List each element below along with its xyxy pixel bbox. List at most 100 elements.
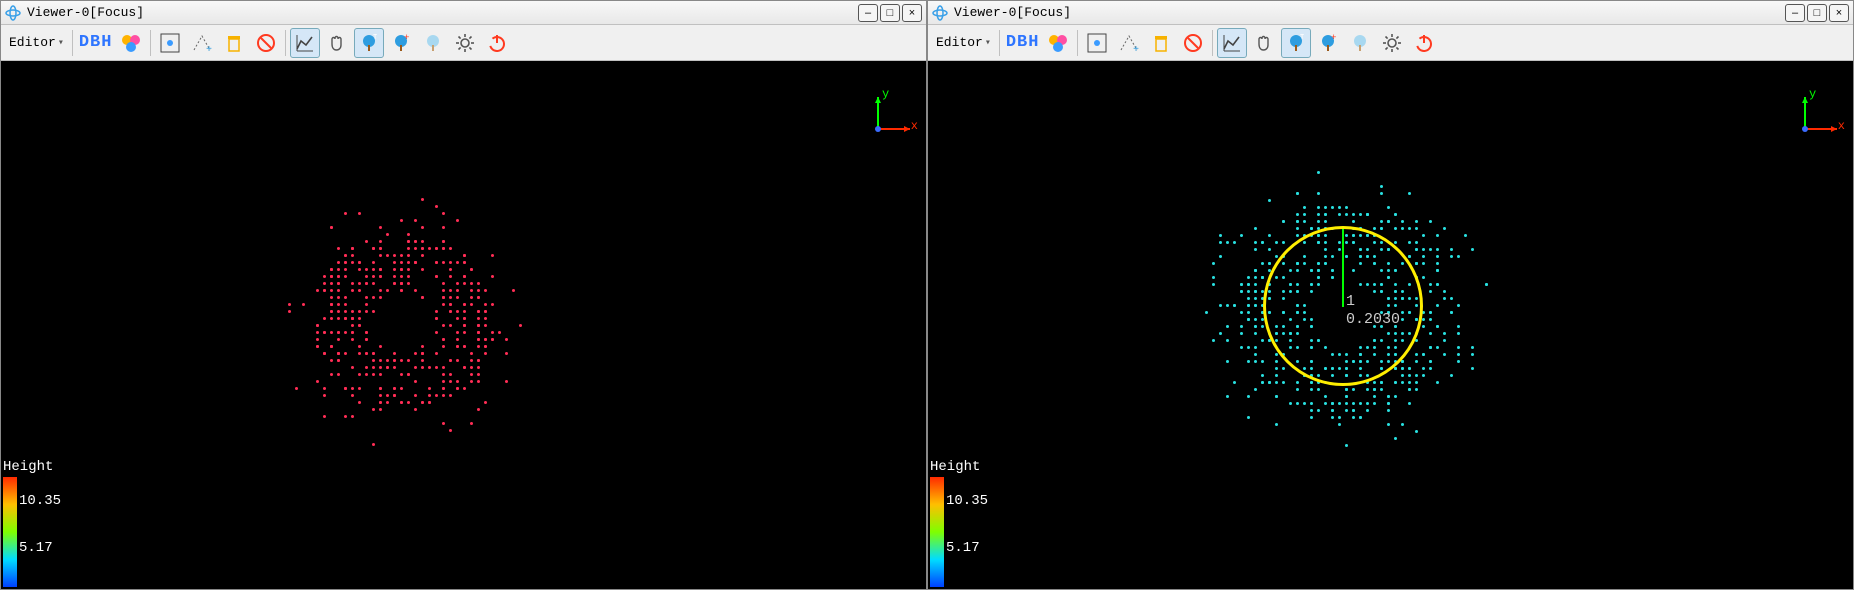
tree-t-icon: T xyxy=(1285,32,1307,54)
colorbar xyxy=(930,477,944,587)
cancel-icon xyxy=(1182,32,1204,54)
separator xyxy=(72,30,73,56)
color-cycle-button[interactable] xyxy=(116,28,146,58)
viewport-3d[interactable]: x y 1 0.2030 Height 10.35 5.17 0.00 xyxy=(928,61,1853,589)
profile-view-button[interactable] xyxy=(1217,28,1247,58)
viewport-3d[interactable]: x y Height 10.35 5.17 0.00 xyxy=(1,61,926,589)
separator xyxy=(1212,30,1213,56)
add-point-icon: + xyxy=(1118,32,1140,54)
power-icon xyxy=(1413,32,1435,54)
settings-button[interactable] xyxy=(450,28,480,58)
chart-icon xyxy=(294,32,316,54)
viewer-pane-right: Viewer-0[Focus] – □ × Editor ▾ DBH + xyxy=(927,0,1854,590)
svg-text:+: + xyxy=(1331,33,1336,43)
point-select-icon xyxy=(1086,32,1108,54)
tree-measure-button[interactable]: T xyxy=(1281,28,1311,58)
separator xyxy=(999,30,1000,56)
power-button[interactable] xyxy=(1409,28,1439,58)
close-button[interactable]: × xyxy=(1829,4,1849,22)
viewer-pane-left: Viewer-0[Focus] – □ × Editor ▾ DBH + xyxy=(0,0,927,590)
point-select-icon xyxy=(159,32,181,54)
svg-text:+: + xyxy=(404,33,409,43)
maximize-button[interactable]: □ xyxy=(880,4,900,22)
point-cloud xyxy=(281,191,541,451)
trash-icon xyxy=(223,32,245,54)
select-point-button[interactable] xyxy=(1082,28,1112,58)
toolbar: Editor ▾ DBH + T + xyxy=(1,25,926,61)
dbh-diameter-label: 0.2030 xyxy=(1346,311,1400,328)
tree-add-button[interactable]: + xyxy=(1313,28,1343,58)
maximize-button[interactable]: □ xyxy=(1807,4,1827,22)
separator xyxy=(150,30,151,56)
dbh-button[interactable]: DBH xyxy=(77,33,115,52)
pan-button[interactable] xyxy=(322,28,352,58)
dbh-fit-radius xyxy=(1342,229,1344,307)
minimize-button[interactable]: – xyxy=(858,4,878,22)
profile-view-button[interactable] xyxy=(290,28,320,58)
color-dots-icon xyxy=(120,32,142,54)
axis-x-label: x xyxy=(1838,119,1845,133)
tree-plus-icon: + xyxy=(1317,32,1339,54)
axis-x-label: x xyxy=(911,119,918,133)
tree-plus-icon: + xyxy=(390,32,412,54)
tree-t-icon: T xyxy=(358,32,380,54)
color-cycle-button[interactable] xyxy=(1043,28,1073,58)
legend-mid: 5.17 xyxy=(19,540,61,556)
color-dots-icon xyxy=(1047,32,1069,54)
axis-indicator: x y xyxy=(1795,91,1843,139)
legend-title: Height xyxy=(3,459,53,475)
cancel-button[interactable] xyxy=(1178,28,1208,58)
titlebar: Viewer-0[Focus] – □ × xyxy=(1,1,926,25)
axis-y-label: y xyxy=(1809,87,1816,101)
app-icon xyxy=(5,5,21,21)
gear-icon xyxy=(1381,32,1403,54)
hand-icon xyxy=(1253,32,1275,54)
tree-add-button[interactable]: + xyxy=(386,28,416,58)
svg-text:T: T xyxy=(1300,34,1304,42)
tree-measure-button[interactable]: T xyxy=(354,28,384,58)
window-title: Viewer-0[Focus] xyxy=(954,5,1071,20)
gear-icon xyxy=(454,32,476,54)
legend-max: 10.35 xyxy=(19,493,61,509)
svg-text:+: + xyxy=(1133,45,1139,54)
chevron-down-icon: ▾ xyxy=(985,37,991,49)
height-legend: Height 10.35 5.17 0.00 xyxy=(930,459,980,587)
cancel-button[interactable] xyxy=(251,28,281,58)
minimize-button[interactable]: – xyxy=(1785,4,1805,22)
legend-min: 0.00 xyxy=(19,587,61,589)
editor-dropdown[interactable]: Editor ▾ xyxy=(5,35,68,50)
legend-title: Height xyxy=(930,459,980,475)
pan-button[interactable] xyxy=(1249,28,1279,58)
editor-dropdown[interactable]: Editor ▾ xyxy=(932,35,995,50)
tree-light-button[interactable] xyxy=(418,28,448,58)
toolbar: Editor ▾ DBH + T + xyxy=(928,25,1853,61)
select-point-button[interactable] xyxy=(155,28,185,58)
svg-text:T: T xyxy=(373,34,377,42)
separator xyxy=(285,30,286,56)
tree-light-icon xyxy=(1349,32,1371,54)
colorbar xyxy=(3,477,17,587)
add-point-icon: + xyxy=(191,32,213,54)
separator xyxy=(1077,30,1078,56)
chart-icon xyxy=(1221,32,1243,54)
delete-button[interactable] xyxy=(219,28,249,58)
delete-button[interactable] xyxy=(1146,28,1176,58)
add-point-button[interactable]: + xyxy=(1114,28,1144,58)
svg-text:+: + xyxy=(206,45,212,54)
height-legend: Height 10.35 5.17 0.00 xyxy=(3,459,53,587)
dbh-button[interactable]: DBH xyxy=(1004,33,1042,52)
hand-icon xyxy=(326,32,348,54)
legend-min: 0.00 xyxy=(946,587,988,589)
settings-button[interactable] xyxy=(1377,28,1407,58)
close-button[interactable]: × xyxy=(902,4,922,22)
power-button[interactable] xyxy=(482,28,512,58)
axis-indicator: x y xyxy=(868,91,916,139)
titlebar: Viewer-0[Focus] – □ × xyxy=(928,1,1853,25)
window-title: Viewer-0[Focus] xyxy=(27,5,144,20)
cancel-icon xyxy=(255,32,277,54)
add-point-button[interactable]: + xyxy=(187,28,217,58)
legend-mid: 5.17 xyxy=(946,540,988,556)
tree-light-button[interactable] xyxy=(1345,28,1375,58)
app-icon xyxy=(932,5,948,21)
power-icon xyxy=(486,32,508,54)
